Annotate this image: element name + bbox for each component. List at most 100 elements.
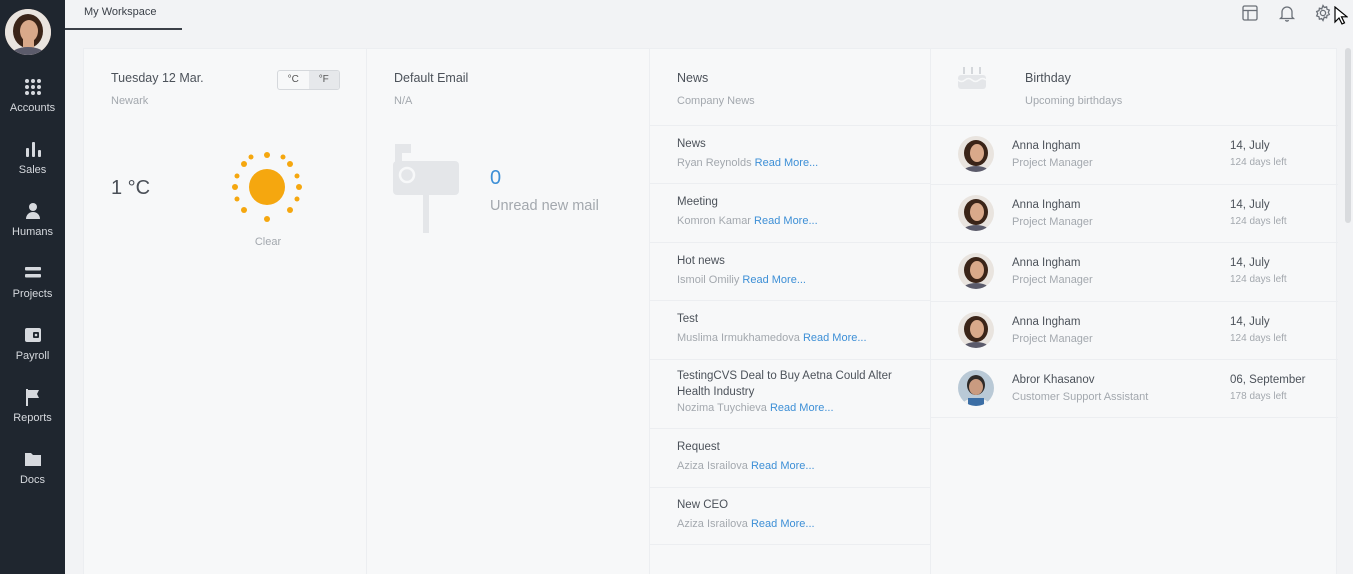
user-avatar[interactable] — [5, 9, 51, 55]
news-item-title: Test — [677, 313, 699, 325]
read-more-link[interactable]: Read More... — [742, 274, 806, 286]
email-subtitle: N/A — [394, 95, 413, 107]
news-item-meta: Ismoil Omiliy Read More... — [677, 274, 806, 286]
sun-icon — [229, 149, 305, 230]
weather-condition: Clear — [254, 236, 282, 248]
folder-icon — [24, 453, 41, 466]
gear-icon[interactable] — [1313, 3, 1333, 23]
news-item-author: Muslima Irmukhamedova — [677, 332, 800, 344]
sidebar: Accounts Sales Humans Projects Payroll R… — [0, 0, 65, 574]
weather-widget: Tuesday 12 Mar. Newark °C °F 1 °C Clear — [84, 49, 367, 574]
birthday-cake-icon — [957, 63, 987, 96]
dashboard-card: Tuesday 12 Mar. Newark °C °F 1 °C Clear … — [83, 48, 1338, 574]
news-item-meta: Muslima Irmukhamedova Read More... — [677, 332, 867, 344]
days-left: 178 days left — [1230, 391, 1287, 402]
news-item-author: Ismoil Omiliy — [677, 274, 740, 286]
sidebar-item-label: Docs — [19, 474, 46, 486]
person-role: Project Manager — [1012, 274, 1093, 286]
person-name: Anna Ingham — [1012, 140, 1081, 152]
layout-icon[interactable] — [1240, 3, 1260, 23]
grid-icon — [24, 79, 41, 95]
page-scrollbar[interactable] — [1345, 48, 1351, 223]
person-name: Abror Khasanov — [1012, 374, 1095, 386]
news-widget: News Company News News Ryan Reynolds Rea… — [650, 49, 931, 574]
read-more-link[interactable]: Read More... — [754, 215, 818, 227]
days-left: 124 days left — [1230, 274, 1287, 285]
read-more-link[interactable]: Read More... — [751, 518, 815, 530]
person-name: Anna Ingham — [1012, 316, 1081, 328]
read-more-link[interactable]: Read More... — [803, 332, 867, 344]
weather-date: Tuesday 12 Mar. — [111, 71, 204, 85]
news-item[interactable]: News Ryan Reynolds Read More... — [650, 125, 931, 183]
days-left: 124 days left — [1230, 333, 1287, 344]
sidebar-item-label: Reports — [13, 412, 52, 424]
birthday-row[interactable]: Anna Ingham Project Manager 14, July 124… — [931, 125, 1338, 184]
sidebar-item-humans[interactable]: Humans — [0, 202, 65, 264]
news-item[interactable]: Test Muslima Irmukhamedova Read More... — [650, 300, 931, 359]
person-name: Anna Ingham — [1012, 199, 1081, 211]
sidebar-item-label: Projects — [12, 288, 53, 300]
mailbox-icon — [393, 141, 463, 241]
top-bar: My Workspace — [65, 0, 1353, 30]
mouse-cursor-icon — [1334, 5, 1349, 26]
read-more-link[interactable]: Read More... — [751, 460, 815, 472]
sidebar-item-reports[interactable]: Reports — [0, 388, 65, 450]
news-item-meta: Aziza Israilova Read More... — [677, 460, 815, 472]
person-role: Customer Support Assistant — [1012, 391, 1149, 403]
birthday-row[interactable]: Anna Ingham Project Manager 14, July 124… — [931, 242, 1338, 301]
unread-mail-count[interactable]: 0 — [490, 167, 501, 190]
avatar — [958, 312, 994, 348]
sidebar-item-label: Humans — [12, 226, 53, 238]
news-item[interactable]: New CEO Aziza Israilova Read More... — [650, 487, 931, 545]
birthday-row[interactable]: Anna Ingham Project Manager 14, July 124… — [931, 301, 1338, 360]
news-item-title: News — [677, 138, 706, 150]
celsius-button[interactable]: °C — [278, 71, 309, 89]
avatar — [958, 253, 994, 289]
birthday-date: 14, July — [1230, 140, 1270, 152]
bell-icon[interactable] — [1277, 3, 1297, 23]
avatar — [958, 136, 994, 172]
read-more-link[interactable]: Read More... — [755, 157, 819, 169]
email-widget: Default Email N/A 0 Unread new mail — [367, 49, 650, 574]
sidebar-item-projects[interactable]: Projects — [0, 264, 65, 326]
news-item-title: Hot news — [677, 255, 725, 267]
news-item-title: New CEO — [677, 499, 729, 511]
birthday-subtitle: Upcoming birthdays — [1025, 95, 1123, 107]
news-item-meta: Komron Kamar Read More... — [677, 215, 818, 227]
sidebar-item-accounts[interactable]: Accounts — [0, 78, 65, 140]
birthday-row[interactable]: Anna Ingham Project Manager 14, July 124… — [931, 184, 1338, 243]
bar-chart-icon — [25, 142, 41, 157]
sidebar-item-label: Payroll — [15, 350, 50, 362]
fahrenheit-button[interactable]: °F — [308, 71, 339, 89]
sidebar-item-payroll[interactable]: Payroll — [0, 326, 65, 388]
news-item-title: TestingCVS Deal to Buy Aetna Could Alter… — [677, 370, 892, 398]
person-role: Project Manager — [1012, 157, 1093, 169]
tab-my-workspace[interactable]: My Workspace — [65, 0, 182, 30]
weather-city: Newark — [111, 95, 149, 107]
birthday-row[interactable]: Abror Khasanov Customer Support Assistan… — [931, 359, 1338, 418]
person-role: Project Manager — [1012, 216, 1093, 228]
news-item[interactable]: Hot news Ismoil Omiliy Read More... — [650, 242, 931, 300]
news-item[interactable]: Meeting Komron Kamar Read More... — [650, 183, 931, 242]
news-item-author: Ryan Reynolds — [677, 157, 752, 169]
sidebar-item-sales[interactable]: Sales — [0, 140, 65, 202]
read-more-link[interactable]: Read More... — [770, 402, 834, 414]
temperature-value: 1 °C — [111, 177, 151, 199]
news-item[interactable]: TestingCVS Deal to Buy Aetna Could Alter… — [650, 359, 931, 428]
person-icon — [25, 203, 40, 219]
news-item-meta: Ryan Reynolds Read More... — [677, 157, 818, 169]
person-name: Anna Ingham — [1012, 257, 1081, 269]
news-item-meta: Nozima Tuychieva Read More... — [677, 402, 834, 414]
birthday-date: 14, July — [1230, 316, 1270, 328]
days-left: 124 days left — [1230, 157, 1287, 168]
unread-mail-label: Unread new mail — [490, 198, 599, 214]
sidebar-item-docs[interactable]: Docs — [0, 450, 65, 512]
news-item[interactable]: Request Aziza Israilova Read More... — [650, 428, 931, 487]
news-item-title: Meeting — [677, 196, 718, 208]
news-item-author: Aziza Israilova — [677, 460, 748, 472]
avatar — [958, 370, 994, 406]
news-item-author: Komron Kamar — [677, 215, 751, 227]
days-left: 124 days left — [1230, 216, 1287, 227]
birthday-date: 14, July — [1230, 199, 1270, 211]
stack-icon — [24, 267, 41, 278]
